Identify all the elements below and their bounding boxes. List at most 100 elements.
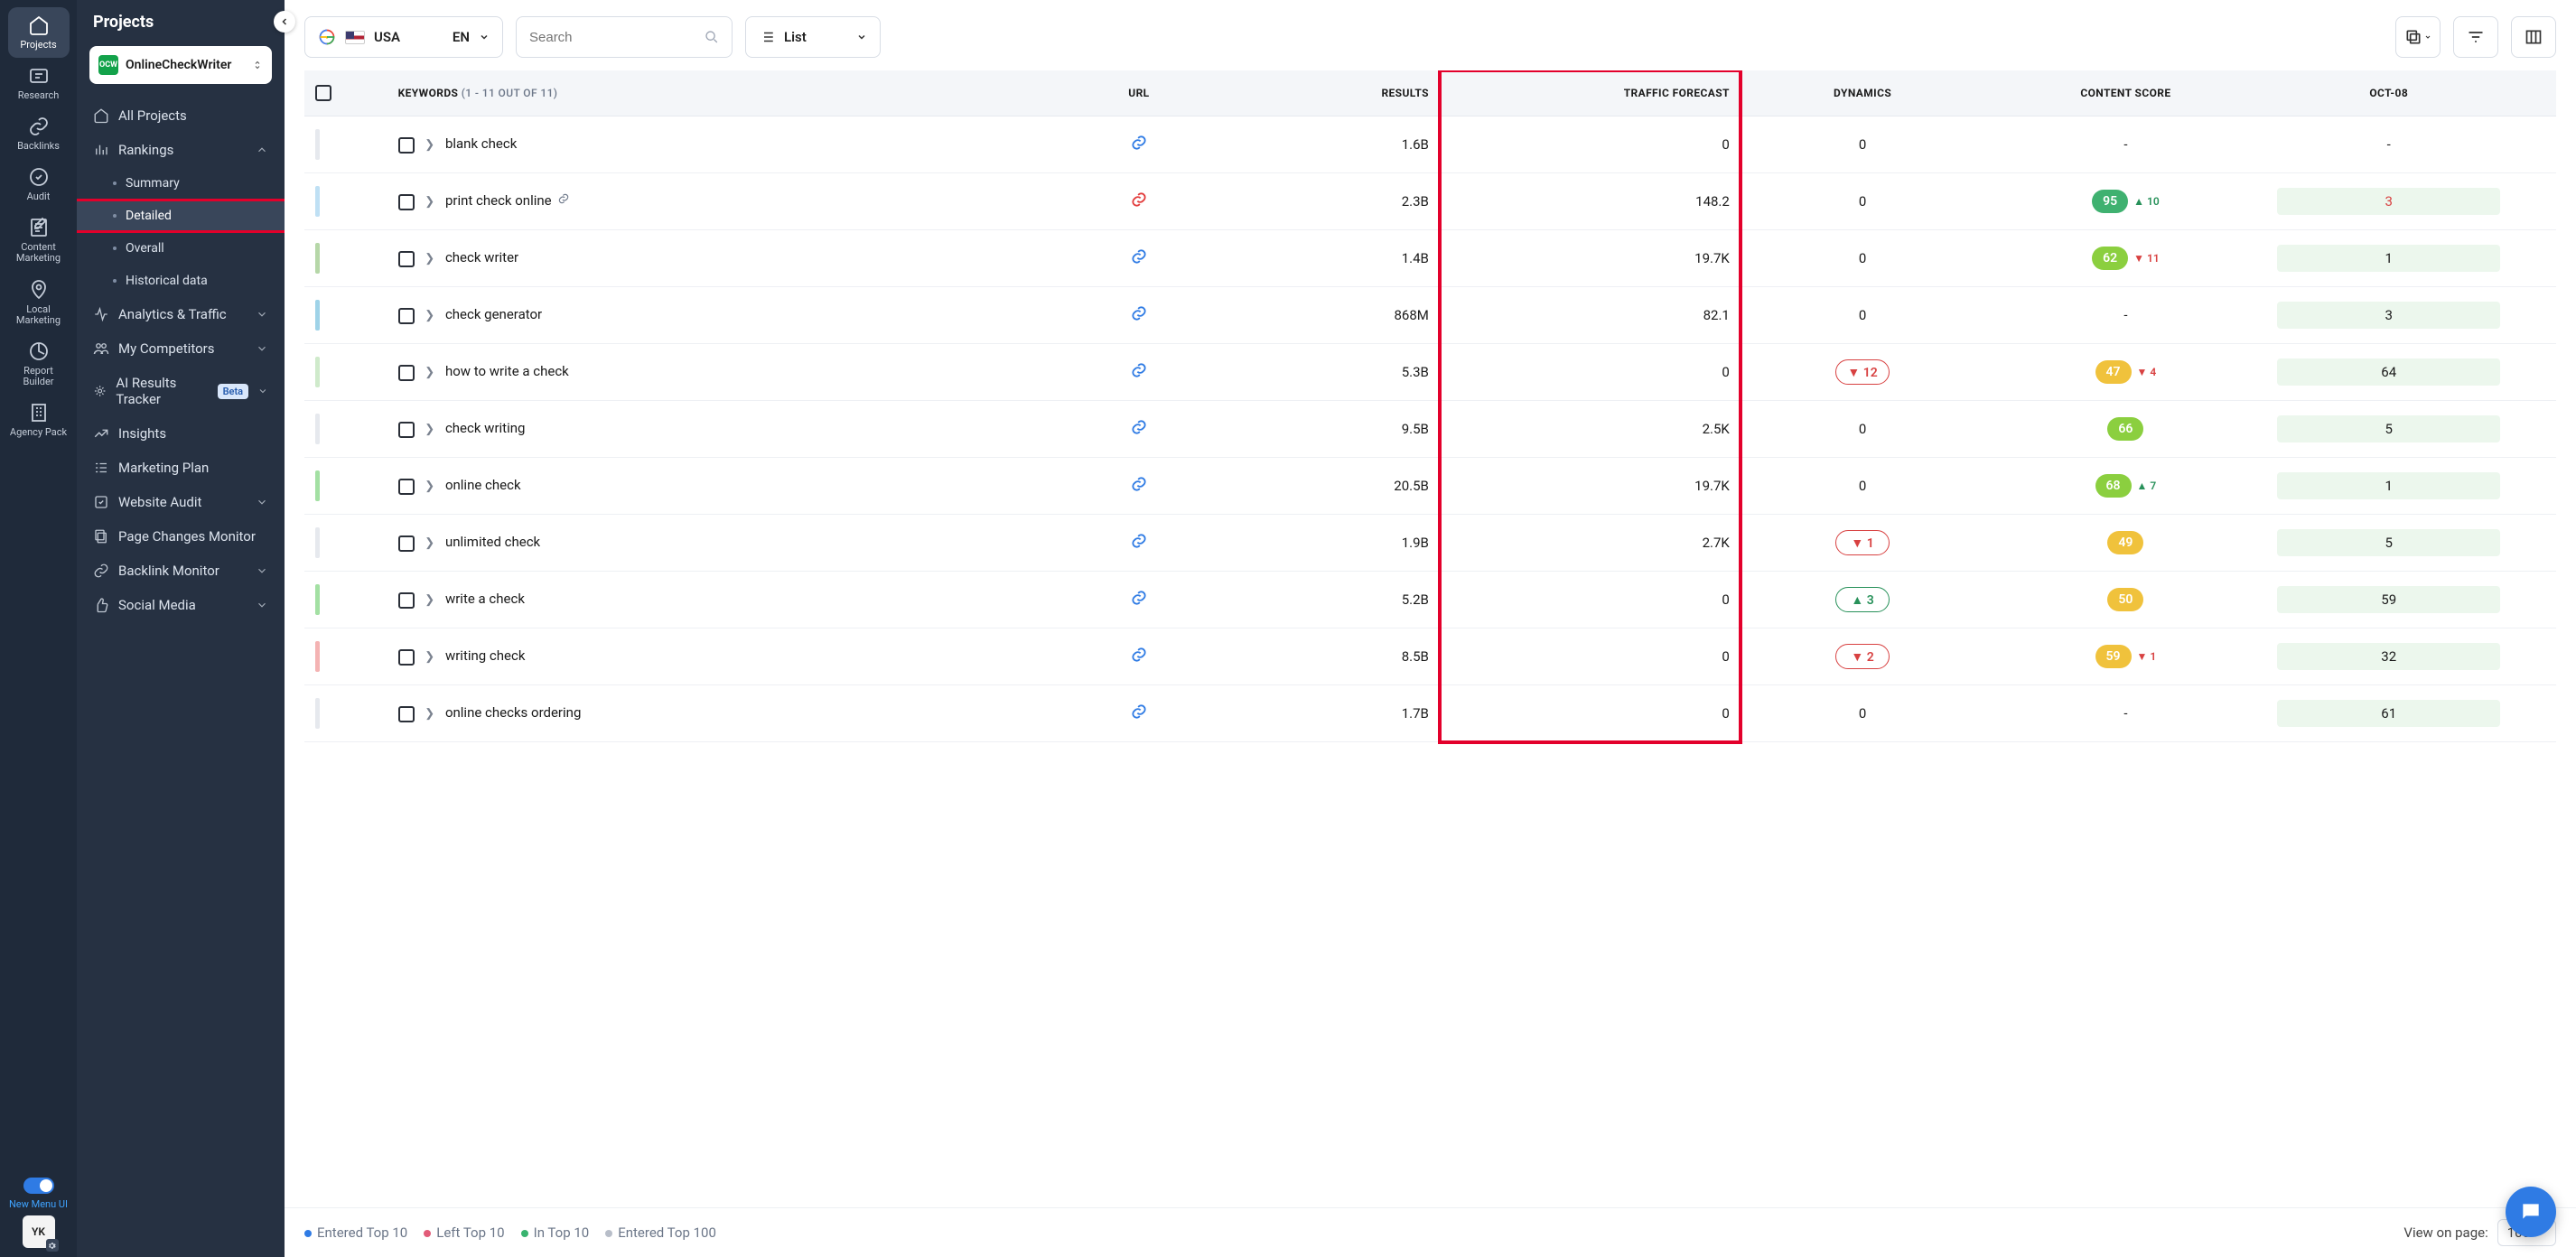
collapse-sidebar-button[interactable] [274,11,295,33]
rail-agency[interactable]: Agency Pack [8,395,70,445]
copy-button[interactable] [2395,16,2441,58]
rail-research[interactable]: Research [8,58,70,108]
rail-backlinks[interactable]: Backlinks [8,108,70,159]
traffic-value: 0 [1440,116,1741,173]
rail-audit[interactable]: Audit [8,159,70,210]
nav-insights[interactable]: Insights [77,416,285,451]
expand-row-button[interactable]: ❯ [425,309,434,322]
expand-row-button[interactable]: ❯ [425,423,434,436]
keyword-text: online check [445,477,521,493]
row-checkbox[interactable] [398,137,415,154]
url-link[interactable] [1130,310,1148,326]
url-link[interactable] [1130,196,1148,212]
nav-sub-detailed[interactable]: Detailed [77,200,285,232]
view-selector[interactable]: List [745,16,881,58]
url-link[interactable] [1130,651,1148,667]
select-all-checkbox[interactable] [315,85,331,101]
columns-button[interactable] [2511,16,2556,58]
nav-mplan[interactable]: Marketing Plan [77,451,285,485]
rail-local[interactable]: Local Marketing [8,272,70,333]
people-icon [93,340,109,357]
expand-row-button[interactable]: ❯ [425,252,434,265]
chat-fab[interactable] [2506,1187,2556,1237]
expand-row-button[interactable]: ❯ [425,480,434,493]
col-dynamics[interactable]: DYNAMICS [1741,70,1985,116]
row-checkbox[interactable] [398,422,415,438]
search-field[interactable] [516,16,733,58]
row-checkbox[interactable] [398,592,415,609]
copy-icon [2404,28,2422,46]
nav-sub-overall[interactable]: Overall [77,232,285,265]
col-content-score[interactable]: CONTENT SCORE [1984,70,2266,116]
nav-competitors[interactable]: My Competitors [77,331,285,366]
row-checkbox[interactable] [398,479,415,495]
url-link[interactable] [1130,253,1148,269]
row-checkbox[interactable] [398,194,415,210]
sidebar: Projects OCW OnlineCheckWriter All Proje… [77,0,285,1257]
chevron-down-icon [256,308,268,321]
link-icon [1130,703,1148,721]
col-traffic-forecast[interactable]: TRAFFIC FORECAST [1440,70,1741,116]
row-checkbox[interactable] [398,535,415,552]
expand-row-button[interactable]: ❯ [425,593,434,607]
country-label: USA [374,29,400,45]
url-link[interactable] [1130,537,1148,554]
user-avatar[interactable]: YK [23,1215,55,1248]
expand-row-button[interactable]: ❯ [425,536,434,550]
nav-analytics[interactable]: Analytics & Traffic [77,297,285,331]
link-icon [1130,475,1148,493]
rail-projects[interactable]: Projects [8,7,70,58]
expand-row-button[interactable]: ❯ [425,138,434,152]
project-selector[interactable]: OCW OnlineCheckWriter [89,46,272,84]
nav-sub-historical[interactable]: Historical data [77,265,285,297]
rail-report[interactable]: Report Builder [8,333,70,395]
row-color-bar [315,186,320,217]
dynamics-pill: ▲ 3 [1835,587,1890,612]
country-selector[interactable]: USA EN [304,16,503,58]
url-link[interactable] [1130,480,1148,497]
row-checkbox[interactable] [398,308,415,324]
row-checkbox[interactable] [398,365,415,381]
col-date[interactable]: OCT-08 [2266,70,2511,116]
nav-pcm[interactable]: Page Changes Monitor [77,519,285,554]
flag-icon [345,31,365,44]
results-value: 1.6B [1214,116,1440,173]
nav-sub-summary[interactable]: Summary [77,167,285,200]
expand-row-button[interactable]: ❯ [425,366,434,379]
projects-icon [28,14,50,36]
col-results[interactable]: RESULTS [1214,70,1440,116]
expand-row-button[interactable]: ❯ [425,195,434,209]
url-link[interactable] [1130,594,1148,610]
row-checkbox[interactable] [398,251,415,267]
nav-rankings[interactable]: Rankings [77,133,285,167]
nav-blm[interactable]: Backlink Monitor [77,554,285,588]
nav-airt[interactable]: AI Results TrackerBeta [77,366,285,416]
nav-waudit[interactable]: Website Audit [77,485,285,519]
url-link[interactable] [1130,139,1148,155]
expand-row-button[interactable]: ❯ [425,650,434,664]
url-link[interactable] [1130,367,1148,383]
filter-button[interactable] [2453,16,2498,58]
nav-social[interactable]: Social Media [77,588,285,622]
traffic-value: 148.2 [1440,173,1741,230]
row-checkbox[interactable] [398,649,415,666]
chevron-down-icon [2424,33,2431,41]
search-input[interactable] [529,30,695,45]
traffic-value: 2.5K [1440,401,1741,458]
col-keywords[interactable]: KEYWORDS (1 - 11 OUT OF 11) [387,70,1064,116]
row-checkbox[interactable] [398,706,415,722]
chevron-down-icon [257,385,268,397]
link-icon [1130,361,1148,379]
score-delta: ▼ 4 [2137,366,2157,378]
chat-icon [2519,1200,2543,1224]
col-url[interactable]: URL [1064,70,1214,116]
expand-row-button[interactable]: ❯ [425,707,434,721]
nav-all[interactable]: All Projects [77,98,285,133]
keywords-table: KEYWORDS (1 - 11 OUT OF 11) URL RESULTS … [304,70,2556,742]
url-link[interactable] [1130,424,1148,440]
new-menu-toggle[interactable] [23,1178,54,1194]
project-logo: OCW [98,55,118,75]
rail-content[interactable]: Content Marketing [8,210,70,271]
url-link[interactable] [1130,708,1148,724]
columns-icon [2525,28,2543,46]
